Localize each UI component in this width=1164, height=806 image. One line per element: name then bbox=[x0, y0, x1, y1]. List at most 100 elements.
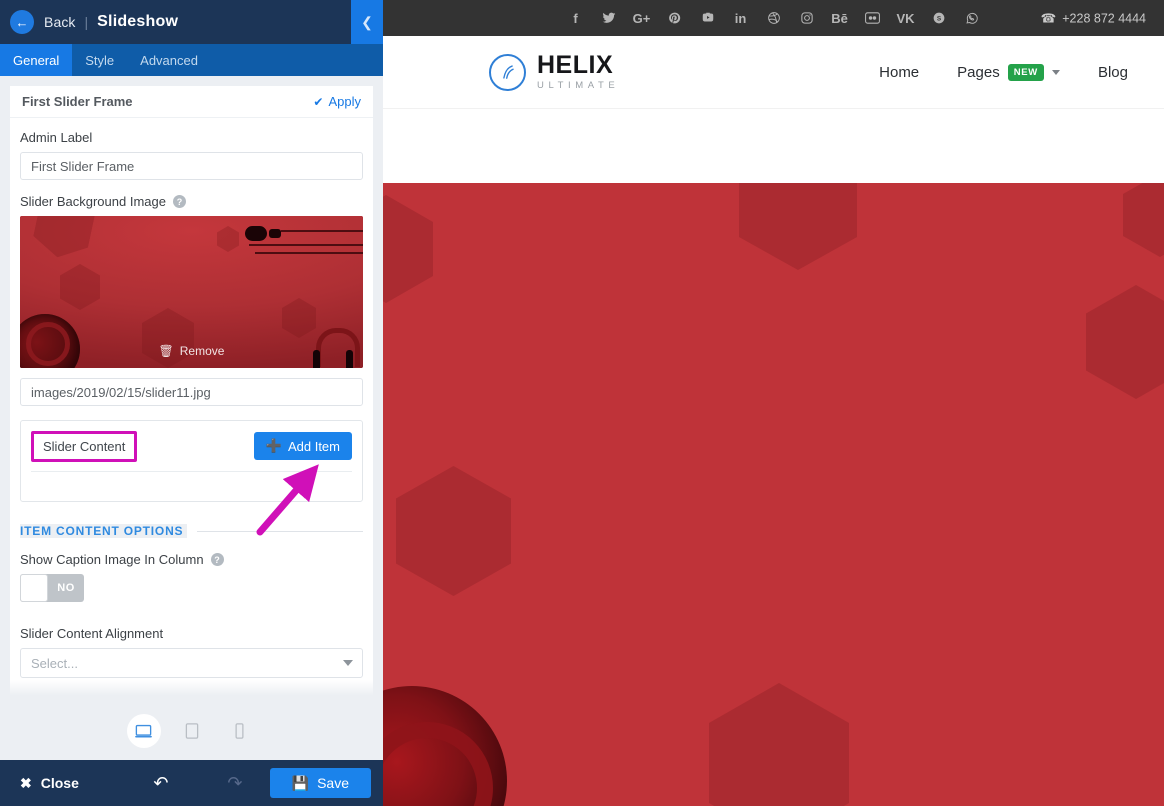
remove-image-button[interactable]: 🗑 Remove bbox=[20, 344, 363, 358]
save-button[interactable]: 💾 Save bbox=[269, 768, 371, 798]
hexagon-shape bbox=[739, 183, 857, 270]
device-mobile-button[interactable] bbox=[223, 714, 257, 748]
behance-icon[interactable]: Bē bbox=[831, 10, 848, 26]
facebook-icon[interactable]: f bbox=[568, 10, 584, 26]
undo-icon: ↶ bbox=[153, 772, 169, 793]
desktop-icon bbox=[135, 724, 152, 737]
hexagon-shape bbox=[396, 466, 511, 596]
floppy-disk-icon: 💾 bbox=[291, 774, 310, 791]
section-heading-label: ITEM CONTENT OPTIONS bbox=[20, 524, 188, 538]
add-item-button[interactable]: ➕ Add Item bbox=[253, 432, 352, 460]
dribbble-icon[interactable] bbox=[766, 10, 782, 26]
nav-item-home[interactable]: Home bbox=[879, 64, 919, 81]
tab-advanced[interactable]: Advanced bbox=[127, 44, 211, 76]
section-divider bbox=[197, 530, 363, 532]
nav-item-pages-label: Pages bbox=[957, 63, 1000, 81]
slider-bg-image-caption: Slider Background Image ? bbox=[20, 194, 363, 209]
nav-item-blog-label: Blog bbox=[1097, 63, 1128, 81]
device-tablet-button[interactable] bbox=[175, 714, 209, 748]
image-path-input[interactable] bbox=[20, 378, 363, 406]
select-value: Select... bbox=[31, 655, 78, 671]
device-desktop-button[interactable] bbox=[126, 714, 161, 748]
back-button-label[interactable]: Back bbox=[44, 14, 76, 30]
show-caption-image-caption: Show Caption Image In Column ? bbox=[20, 552, 363, 567]
apply-button[interactable]: ✔ Apply bbox=[313, 94, 361, 109]
phone-number[interactable]: ☎ +228 872 4444 bbox=[1041, 11, 1146, 26]
slider-content-alignment-select-wrap: Select... bbox=[20, 648, 363, 678]
back-arrow-icon[interactable]: ← bbox=[10, 10, 34, 34]
phone-icon: ☎ bbox=[1040, 11, 1057, 26]
mobile-icon bbox=[235, 723, 244, 739]
redo-button[interactable]: ↷ bbox=[215, 768, 255, 798]
panel-title: First Slider Frame bbox=[22, 94, 133, 109]
close-button[interactable]: ✖ Close bbox=[12, 775, 87, 792]
nav-item-home-label: Home bbox=[879, 63, 920, 81]
nav-item-blog[interactable]: Blog bbox=[1098, 64, 1128, 81]
panel-body: Admin Label Slider Background Image ? bbox=[10, 118, 373, 702]
add-item-label: Add Item bbox=[287, 438, 340, 454]
slider-content-header-row: Slider Content ➕ Add Item bbox=[21, 421, 362, 471]
settings-panel: First Slider Frame ✔ Apply Admin Label F… bbox=[10, 86, 373, 702]
plus-icon: ➕ bbox=[265, 438, 282, 453]
helix-swoosh-icon bbox=[489, 53, 526, 91]
sidebar-scroll-body[interactable]: First Slider Frame ✔ Apply Admin Label F… bbox=[0, 76, 383, 702]
youtube-icon[interactable] bbox=[700, 10, 716, 26]
sidebar-collapse-button[interactable]: ❮ bbox=[351, 0, 383, 44]
brand-name: HELIX bbox=[537, 51, 614, 80]
instagram-icon[interactable] bbox=[799, 10, 815, 26]
slider-content-empty-list bbox=[31, 471, 352, 501]
svg-text:S: S bbox=[936, 15, 941, 22]
flickr-icon[interactable] bbox=[865, 10, 881, 26]
social-links: f G+ in Bē VK S bbox=[568, 10, 980, 26]
admin-label-input[interactable] bbox=[20, 152, 363, 180]
chevron-down-icon bbox=[343, 660, 353, 666]
builder-sidebar: ← Back | Slideshow ❮ General Style Advan… bbox=[0, 0, 383, 806]
nav-new-badge: NEW bbox=[1007, 63, 1044, 81]
slider-content-alignment-label: Slider Content Alignment bbox=[20, 626, 164, 641]
toggle-knob bbox=[20, 574, 48, 602]
sidebar-tabs: General Style Advanced bbox=[0, 44, 383, 76]
admin-label-caption: Admin Label bbox=[20, 130, 363, 145]
logo-text: HELIX ULTIMATE bbox=[537, 53, 619, 91]
tab-general[interactable]: General bbox=[0, 44, 73, 76]
apply-label: Apply bbox=[328, 94, 361, 109]
phone-number-text: +228 872 4444 bbox=[1062, 11, 1146, 25]
skype-icon[interactable]: S bbox=[931, 10, 947, 26]
panel-header: First Slider Frame ✔ Apply bbox=[10, 86, 373, 118]
headphones-graphic bbox=[383, 686, 507, 806]
show-caption-image-label: Show Caption Image In Column bbox=[20, 552, 204, 567]
content-white-band bbox=[383, 109, 1164, 183]
site-nav: Home Pages NEW Blog bbox=[879, 63, 1128, 81]
hexagon-shape bbox=[709, 683, 849, 806]
help-icon[interactable]: ? bbox=[172, 195, 186, 208]
show-caption-image-toggle[interactable]: NO bbox=[20, 574, 84, 602]
hexagon-shape bbox=[1123, 183, 1164, 257]
hexagon-shape bbox=[1086, 285, 1164, 399]
remove-label: Remove bbox=[179, 344, 225, 358]
nav-item-pages[interactable]: Pages NEW bbox=[957, 63, 1060, 81]
hero-slideshow-area[interactable] bbox=[383, 183, 1164, 806]
trash-icon: 🗑 bbox=[158, 344, 174, 358]
slider-content-alignment-select[interactable]: Select... bbox=[20, 648, 363, 678]
slider-bg-image-preview[interactable]: 🗑 Remove bbox=[20, 216, 363, 368]
vk-icon[interactable]: VK bbox=[896, 10, 914, 26]
slider-content-alignment-caption: Slider Content Alignment bbox=[20, 626, 363, 641]
slider-bg-image-label: Slider Background Image bbox=[20, 194, 166, 209]
device-preview-bar bbox=[0, 702, 383, 760]
site-logo[interactable]: HELIX ULTIMATE bbox=[489, 53, 619, 91]
tablet-icon bbox=[185, 723, 198, 739]
check-icon: ✔ bbox=[313, 94, 324, 109]
page-title: Slideshow bbox=[97, 13, 179, 30]
google-plus-icon[interactable]: G+ bbox=[633, 10, 651, 26]
pinterest-icon[interactable] bbox=[667, 10, 683, 26]
toggle-state-label: NO bbox=[57, 582, 75, 594]
tab-style[interactable]: Style bbox=[72, 44, 127, 76]
linkedin-icon[interactable]: in bbox=[733, 10, 749, 26]
hexagon-shape bbox=[383, 195, 433, 303]
twitter-icon[interactable] bbox=[601, 10, 617, 26]
whatsapp-icon[interactable] bbox=[964, 10, 980, 26]
help-icon[interactable]: ? bbox=[210, 553, 224, 566]
undo-button[interactable]: ↶ bbox=[141, 768, 181, 798]
earbuds-graphic bbox=[243, 224, 363, 268]
site-preview: f G+ in Bē VK S ☎ +228 872 4444 HELIX UL… bbox=[383, 0, 1164, 806]
